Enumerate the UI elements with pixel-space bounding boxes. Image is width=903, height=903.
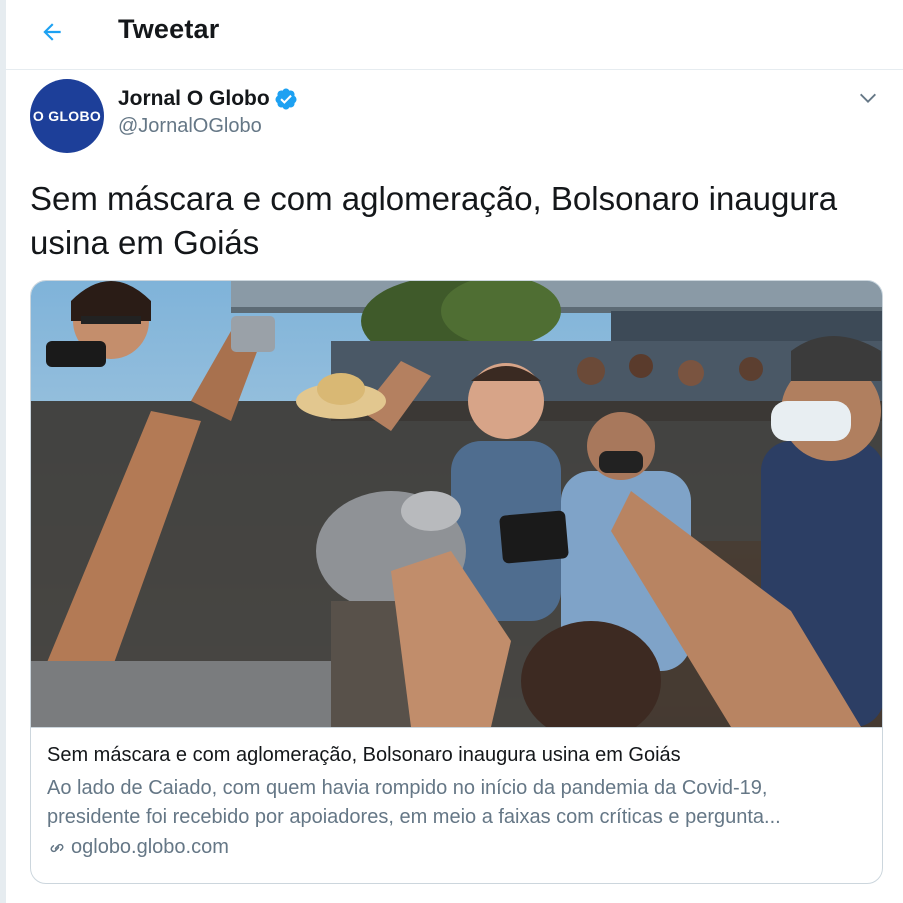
link-card[interactable]: Sem máscara e com aglomeração, Bolsonaro… [30,280,883,884]
author-name[interactable]: Jornal O Globo [118,87,270,111]
tweet-text: Sem máscara e com aglomeração, Bolsonaro… [30,180,838,261]
verified-badge-icon [275,88,297,110]
card-body: Sem máscara e com aglomeração, Bolsonaro… [31,727,882,883]
avatar[interactable]: O GLOBO [30,79,104,153]
page-title: Tweetar [118,14,220,44]
card-description: Ao lado de Caiado, com quem havia rompid… [47,774,868,832]
card-domain-text: oglobo.globo.com [71,836,229,858]
card-description-line: presidente foi recebido por apoiadores, … [47,806,781,828]
chevron-down-icon [860,93,876,103]
card-description-line: Ao lado de Caiado, com quem havia rompid… [47,777,768,799]
crowd-photo [31,281,882,727]
author-handle[interactable]: @JornalOGlobo [118,115,298,138]
card-title: Sem máscara e com aglomeração, Bolsonaro… [47,744,681,766]
author-info: Jornal O Globo @JornalOGlobo [118,87,298,138]
arrow-left-icon [43,23,61,41]
link-icon [50,843,64,852]
more-options-button[interactable] [853,83,883,113]
tweet: O GLOBO Jornal O Globo @JornalOGlobo Sem… [6,71,903,903]
page-header: Tweetar [6,0,903,70]
card-domain: oglobo.globo.com [47,836,868,859]
card-image[interactable] [31,281,882,727]
back-button[interactable] [32,12,72,52]
